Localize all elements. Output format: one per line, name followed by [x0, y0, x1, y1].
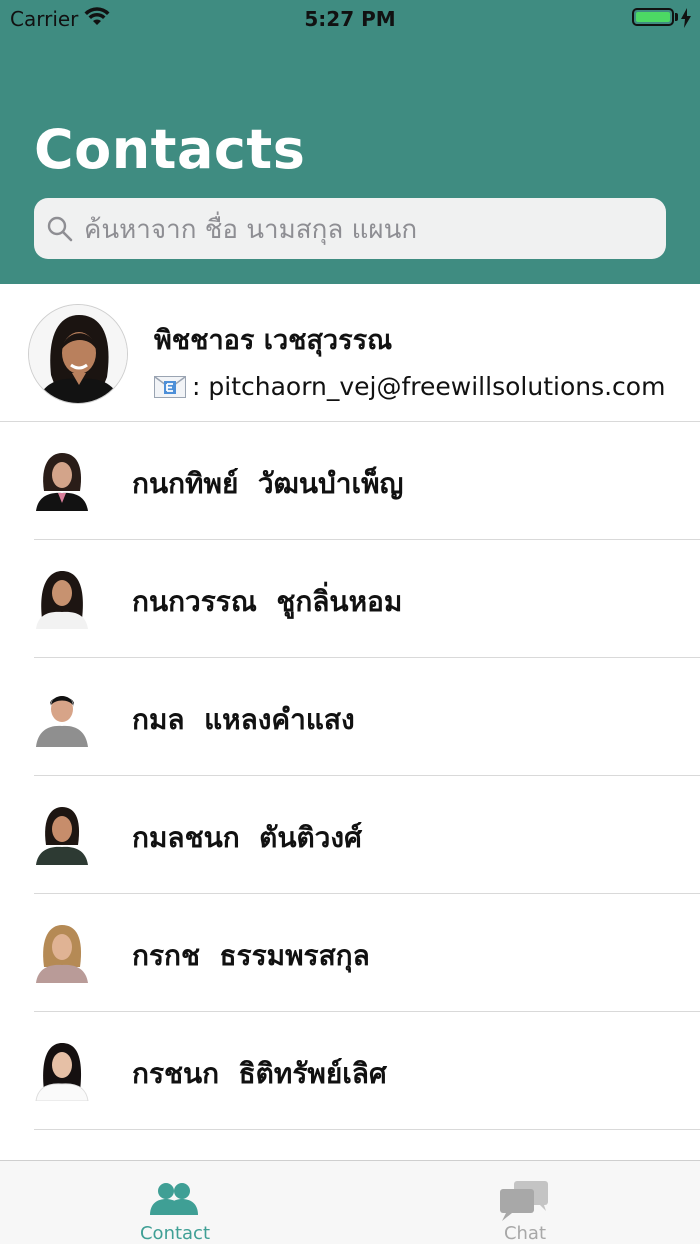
- contact-name: กนกวรรณ ชูกลิ่นหอม: [132, 585, 403, 618]
- charging-icon: [681, 8, 691, 28]
- email-prefix: :: [192, 372, 209, 401]
- battery-tip: [675, 13, 678, 21]
- avatar: [28, 304, 128, 404]
- avatar: [36, 571, 88, 629]
- tab-bar: Contact Chat: [0, 1160, 700, 1244]
- avatar: [35, 1043, 89, 1101]
- tab-contact[interactable]: Contact: [0, 1161, 350, 1245]
- battery-icon: [632, 8, 674, 26]
- tab-chat-label: Chat: [503, 1223, 547, 1244]
- contact-list[interactable]: กนกทิพย์ วัฒนบำเพ็ญ กนกวรรณ ชูกลิ่นหอม ก…: [0, 422, 700, 1130]
- contact-row[interactable]: กมล แหลงคำแสง: [0, 658, 700, 776]
- page-title: Contacts: [34, 118, 306, 181]
- tab-contact-label: Contact: [139, 1223, 211, 1244]
- search-icon: [47, 216, 73, 242]
- contact-name: กรชนก ธิติทรัพย์เลิศ: [132, 1057, 387, 1090]
- current-user-card[interactable]: พิชชาอร เวชสุวรรณ : pitchaorn_vej@freewi…: [0, 284, 700, 422]
- search-input[interactable]: [82, 198, 656, 261]
- contact-row[interactable]: กรชนก ธิติทรัพย์เลิศ: [0, 1012, 700, 1130]
- avatar: [36, 453, 88, 511]
- avatar: [36, 696, 88, 747]
- email-address: pitchaorn_vej@freewillsolutions.com: [208, 372, 666, 401]
- email-icon: [154, 376, 186, 398]
- contact-row[interactable]: กนกทิพย์ วัฒนบำเพ็ญ: [0, 422, 700, 540]
- contact-row[interactable]: กนกวรรณ ชูกลิ่นหอม: [0, 540, 700, 658]
- status-bar: Carrier 5:27 PM: [0, 0, 700, 36]
- contacts-icon: [150, 1183, 198, 1215]
- search-bar[interactable]: [34, 198, 666, 261]
- contact-name: กนกทิพย์ วัฒนบำเพ็ญ: [132, 467, 404, 500]
- chat-icon: [500, 1181, 548, 1221]
- avatar: [36, 807, 88, 865]
- tab-chat[interactable]: Chat: [350, 1161, 700, 1245]
- contact-row[interactable]: กมลชนก ตันติวงศ์: [0, 776, 700, 894]
- current-user-email[interactable]: : pitchaorn_vej@freewillsolutions.com: [154, 372, 665, 401]
- clock: 5:27 PM: [304, 7, 396, 31]
- avatar: [36, 925, 88, 983]
- battery-level: [636, 12, 670, 22]
- header: Carrier 5:27 PM Contacts: [0, 0, 700, 284]
- contact-row[interactable]: กรกช ธรรมพรสกุล: [0, 894, 700, 1012]
- contact-name: กมล แหลงคำแสง: [132, 703, 355, 736]
- row-divider: [34, 1129, 700, 1130]
- contact-name: กรกช ธรรมพรสกุล: [132, 939, 370, 972]
- current-user-name: พิชชาอร เวชสุวรรณ: [154, 325, 393, 356]
- contact-name: กมลชนก ตันติวงศ์: [132, 821, 362, 854]
